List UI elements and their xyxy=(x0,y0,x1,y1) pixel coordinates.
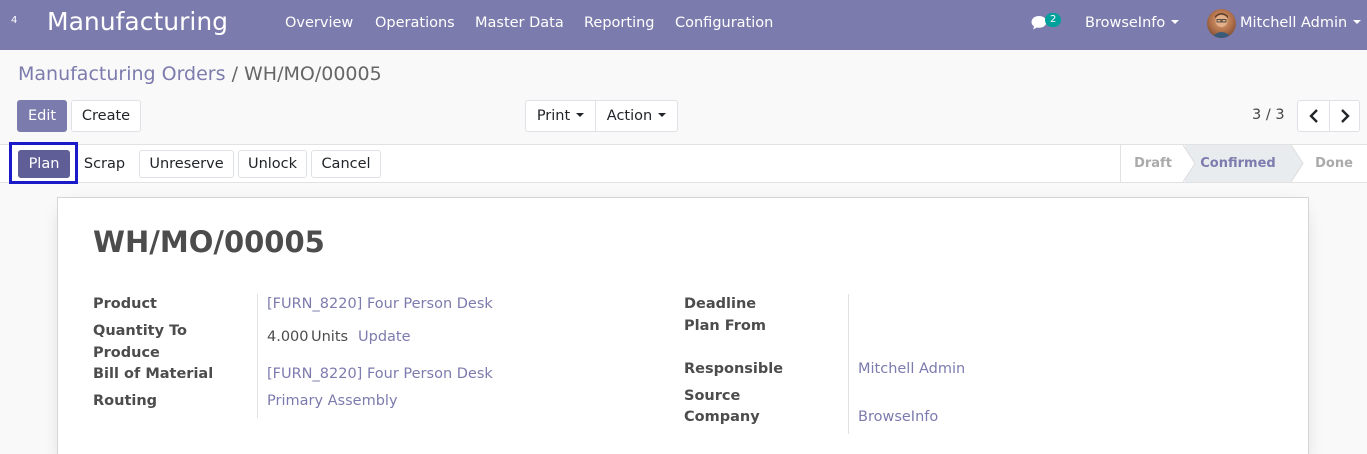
breadcrumb: Manufacturing Orders / WH/MO/00005 xyxy=(18,63,382,85)
edit-button[interactable]: Edit xyxy=(17,100,67,132)
pager-counter[interactable]: 3 / 3 xyxy=(1252,107,1285,123)
menu-reporting[interactable]: Reporting xyxy=(584,15,655,31)
caret-down-icon xyxy=(658,113,667,117)
stage-confirmed[interactable]: Confirmed xyxy=(1185,145,1291,182)
mo-title: WH/MO/00005 xyxy=(93,225,325,259)
print-dropdown[interactable]: Print xyxy=(525,100,596,132)
company-name: BrowseInfo xyxy=(1085,15,1166,31)
company-field[interactable]: BrowseInfo xyxy=(858,406,938,428)
caret-down-icon xyxy=(576,113,585,117)
menu-configuration[interactable]: Configuration xyxy=(675,15,773,31)
routing-label: Routing xyxy=(93,393,158,409)
product-label: Product xyxy=(93,296,157,312)
breadcrumb-current: WH/MO/00005 xyxy=(244,63,382,85)
bom-field[interactable]: [FURN_8220] Four Person Desk xyxy=(267,363,493,385)
create-button[interactable]: Create xyxy=(71,100,141,132)
menu-overview[interactable]: Overview xyxy=(285,15,353,31)
status-bar: Plan Scrap Unreserve Unlock Cancel Draft… xyxy=(0,144,1367,183)
pager-next-button[interactable] xyxy=(1329,100,1360,132)
form-sheet: WH/MO/00005 Product [FURN_8220] Four Per… xyxy=(57,197,1309,454)
user-name: Mitchell Admin xyxy=(1240,15,1348,31)
user-menu[interactable]: Mitchell Admin xyxy=(1240,15,1362,31)
company-switcher[interactable]: BrowseInfo xyxy=(1085,15,1180,31)
column-divider xyxy=(257,294,258,418)
unreserve-button[interactable]: Unreserve xyxy=(139,150,234,178)
bom-label: Bill of Material xyxy=(93,366,214,382)
quantity-uom: Units xyxy=(311,329,349,345)
chat-count-badge: 2 xyxy=(1045,13,1062,27)
quantity-label-line1: Quantity To xyxy=(93,323,188,339)
responsible-label: Responsible xyxy=(684,361,784,377)
column-divider xyxy=(848,294,849,434)
stage-pipeline: Draft Confirmed Done xyxy=(1120,145,1367,182)
plan-from-label: Plan From xyxy=(684,318,766,334)
action-dropdown[interactable]: Action xyxy=(595,100,678,132)
menu-master-data[interactable]: Master Data xyxy=(475,15,564,31)
highlight-plan-button xyxy=(9,142,78,184)
cancel-button[interactable]: Cancel xyxy=(311,150,381,178)
avatar[interactable] xyxy=(1207,9,1236,38)
stage-done[interactable]: Done xyxy=(1291,145,1367,182)
stage-arrow-icon xyxy=(1183,145,1196,182)
source-label: Source xyxy=(684,388,741,404)
breadcrumb-separator: / xyxy=(231,63,238,85)
company-label: Company xyxy=(684,409,760,425)
responsible-field[interactable]: Mitchell Admin xyxy=(858,358,965,380)
chevron-right-icon xyxy=(1340,109,1350,123)
apps-menu-badge[interactable]: 4 xyxy=(11,15,17,26)
deadline-label: Deadline xyxy=(684,296,757,312)
unlock-button[interactable]: Unlock xyxy=(238,150,307,178)
stage-draft[interactable]: Draft xyxy=(1121,145,1185,182)
quantity-label-line2: Produce xyxy=(93,345,160,361)
action-label: Action xyxy=(606,108,653,124)
quantity-value[interactable]: 4.000 xyxy=(267,326,309,348)
product-field[interactable]: [FURN_8220] Four Person Desk xyxy=(267,293,493,315)
menu-operations[interactable]: Operations xyxy=(375,15,455,31)
routing-field[interactable]: Primary Assembly xyxy=(267,390,398,412)
app-title[interactable]: Manufacturing xyxy=(47,7,228,36)
pager-previous-button[interactable] xyxy=(1297,100,1330,132)
breadcrumb-manufacturing-orders[interactable]: Manufacturing Orders xyxy=(18,63,226,85)
caret-down-icon xyxy=(1353,20,1362,24)
update-quantity-link[interactable]: Update xyxy=(358,326,411,348)
avatar-image xyxy=(1211,13,1232,38)
chevron-left-icon xyxy=(1308,109,1318,123)
scrap-button[interactable]: Scrap xyxy=(74,150,135,178)
top-navbar: 4 Manufacturing Overview Operations Mast… xyxy=(0,0,1367,50)
print-label: Print xyxy=(536,108,571,124)
caret-down-icon xyxy=(1171,20,1180,24)
